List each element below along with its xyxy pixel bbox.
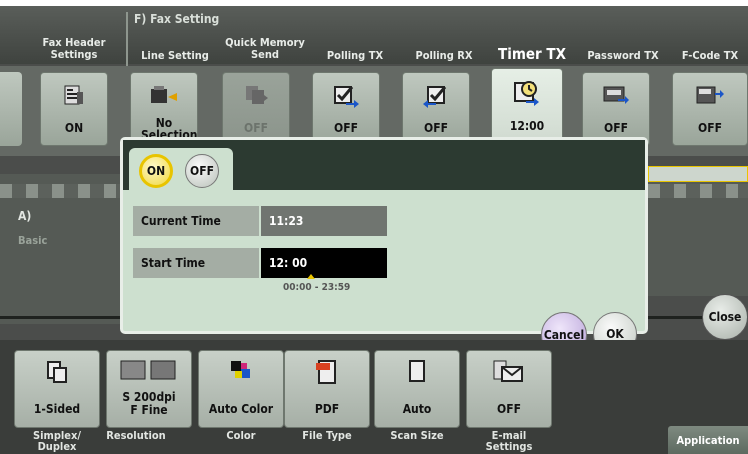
timer-tx-value: 12:00 xyxy=(509,119,545,133)
simplex-icon xyxy=(44,359,70,389)
tab-timer-tx[interactable]: Timer TX xyxy=(487,47,577,62)
pdf-icon xyxy=(314,359,340,389)
color-value: Auto Color xyxy=(208,402,274,416)
tab-f-code-tx[interactable]: F-Code TX xyxy=(670,50,748,62)
password-tx-value: OFF xyxy=(604,121,628,135)
cursor-caret-icon xyxy=(307,274,315,279)
f-code-tx-icon xyxy=(695,83,725,111)
scroll-left-tile[interactable] xyxy=(0,72,22,146)
fax-header-tile[interactable]: ON xyxy=(40,72,108,146)
file-type-label: File Type xyxy=(302,429,352,442)
ok-button-label: OK xyxy=(606,327,624,341)
start-time-input[interactable]: 12: 00 xyxy=(261,248,387,278)
tab-quick-memory-send[interactable]: Quick Memory Send xyxy=(222,37,308,61)
email-settings-tile[interactable]: OFF xyxy=(466,350,552,428)
polling-tx-value: OFF xyxy=(334,121,358,135)
f-code-tx-tile[interactable]: OFF xyxy=(672,72,748,146)
off-button[interactable]: OFF xyxy=(185,154,219,188)
polling-rx-value: OFF xyxy=(424,121,448,135)
on-button[interactable]: ON xyxy=(139,154,173,188)
polling-rx-icon xyxy=(422,83,450,113)
start-time-label: Start Time xyxy=(133,248,259,278)
scan-size-label: Scan Size xyxy=(390,429,444,442)
timer-tx-tile[interactable]: 12:00 xyxy=(491,68,563,148)
polling-rx-tile[interactable]: OFF xyxy=(402,72,470,146)
section-title: F) Fax Setting xyxy=(134,12,220,26)
tab-line-setting[interactable]: Line Setting xyxy=(132,50,218,62)
scan-size-tile[interactable]: Auto xyxy=(374,350,460,428)
dotted-bar-left xyxy=(0,184,120,198)
on-button-label: ON xyxy=(146,164,166,178)
application-label: Application xyxy=(676,433,740,447)
current-time-label: Current Time xyxy=(133,206,259,236)
scan-size-value: Auto xyxy=(402,402,432,416)
quick-memory-value: OFF xyxy=(244,121,268,135)
resolution-tile[interactable]: S 200dpi F Fine xyxy=(106,350,192,428)
f-code-tx-value: OFF xyxy=(698,121,722,135)
password-tx-tile[interactable]: OFF xyxy=(582,72,650,146)
polling-tx-tile[interactable]: OFF xyxy=(312,72,380,146)
color-icon xyxy=(229,359,253,387)
close-button-label: Close xyxy=(708,310,742,324)
resolution-value: S 200dpi F Fine xyxy=(122,390,176,417)
fax-setting-screen: F) Fax Setting Fax Header Settings Line … xyxy=(0,6,748,454)
right-scroll-box[interactable] xyxy=(648,166,748,182)
panel-basic-label: Basic xyxy=(18,234,48,247)
line-setting-icon xyxy=(149,83,179,111)
quick-memory-icon xyxy=(243,83,269,111)
quick-memory-tile[interactable]: OFF xyxy=(222,72,290,146)
dotted-bar-right xyxy=(648,184,748,198)
section-bracket xyxy=(126,12,128,72)
tab-polling-tx[interactable]: Polling TX xyxy=(312,50,398,62)
fax-header-icon xyxy=(62,83,86,111)
email-icon xyxy=(492,359,526,389)
start-time-value: 12: 00 xyxy=(269,256,308,270)
off-button-label: OFF xyxy=(190,164,214,178)
tab-fax-header-settings[interactable]: Fax Header Settings xyxy=(34,37,114,61)
current-time-value: 11:23 xyxy=(261,206,387,236)
time-range-hint: 00:00 - 23:59 xyxy=(283,282,351,293)
email-value: OFF xyxy=(497,402,521,416)
panel-a-label: A) xyxy=(18,209,32,223)
resolution-icon xyxy=(119,359,179,385)
fax-header-value: ON xyxy=(64,121,84,135)
polling-tx-icon xyxy=(332,83,360,113)
close-button[interactable]: Close xyxy=(702,294,748,340)
simplex-value: 1-Sided xyxy=(33,402,81,416)
timer-tx-dialog: ON OFF Current Time 11:23 Start Time 12:… xyxy=(120,137,648,358)
password-tx-icon xyxy=(602,83,630,111)
simplex-label: Simplex/ Duplex xyxy=(32,429,81,453)
scan-size-icon xyxy=(407,359,427,389)
file-type-value: PDF xyxy=(314,402,340,416)
file-type-tile[interactable]: PDF xyxy=(284,350,370,428)
tab-polling-rx[interactable]: Polling RX xyxy=(401,50,487,62)
email-settings-label: E-mail Settings xyxy=(485,429,533,453)
tab-password-tx[interactable]: Password TX xyxy=(580,50,666,62)
timer-tx-icon xyxy=(512,79,542,111)
color-tile[interactable]: Auto Color xyxy=(198,350,284,428)
line-setting-tile[interactable]: No Selection xyxy=(130,72,198,146)
color-label: Color xyxy=(226,429,256,442)
application-button[interactable]: Application xyxy=(668,426,748,454)
simplex-duplex-tile[interactable]: 1-Sided xyxy=(14,350,100,428)
resolution-label: Resolution xyxy=(106,429,166,442)
